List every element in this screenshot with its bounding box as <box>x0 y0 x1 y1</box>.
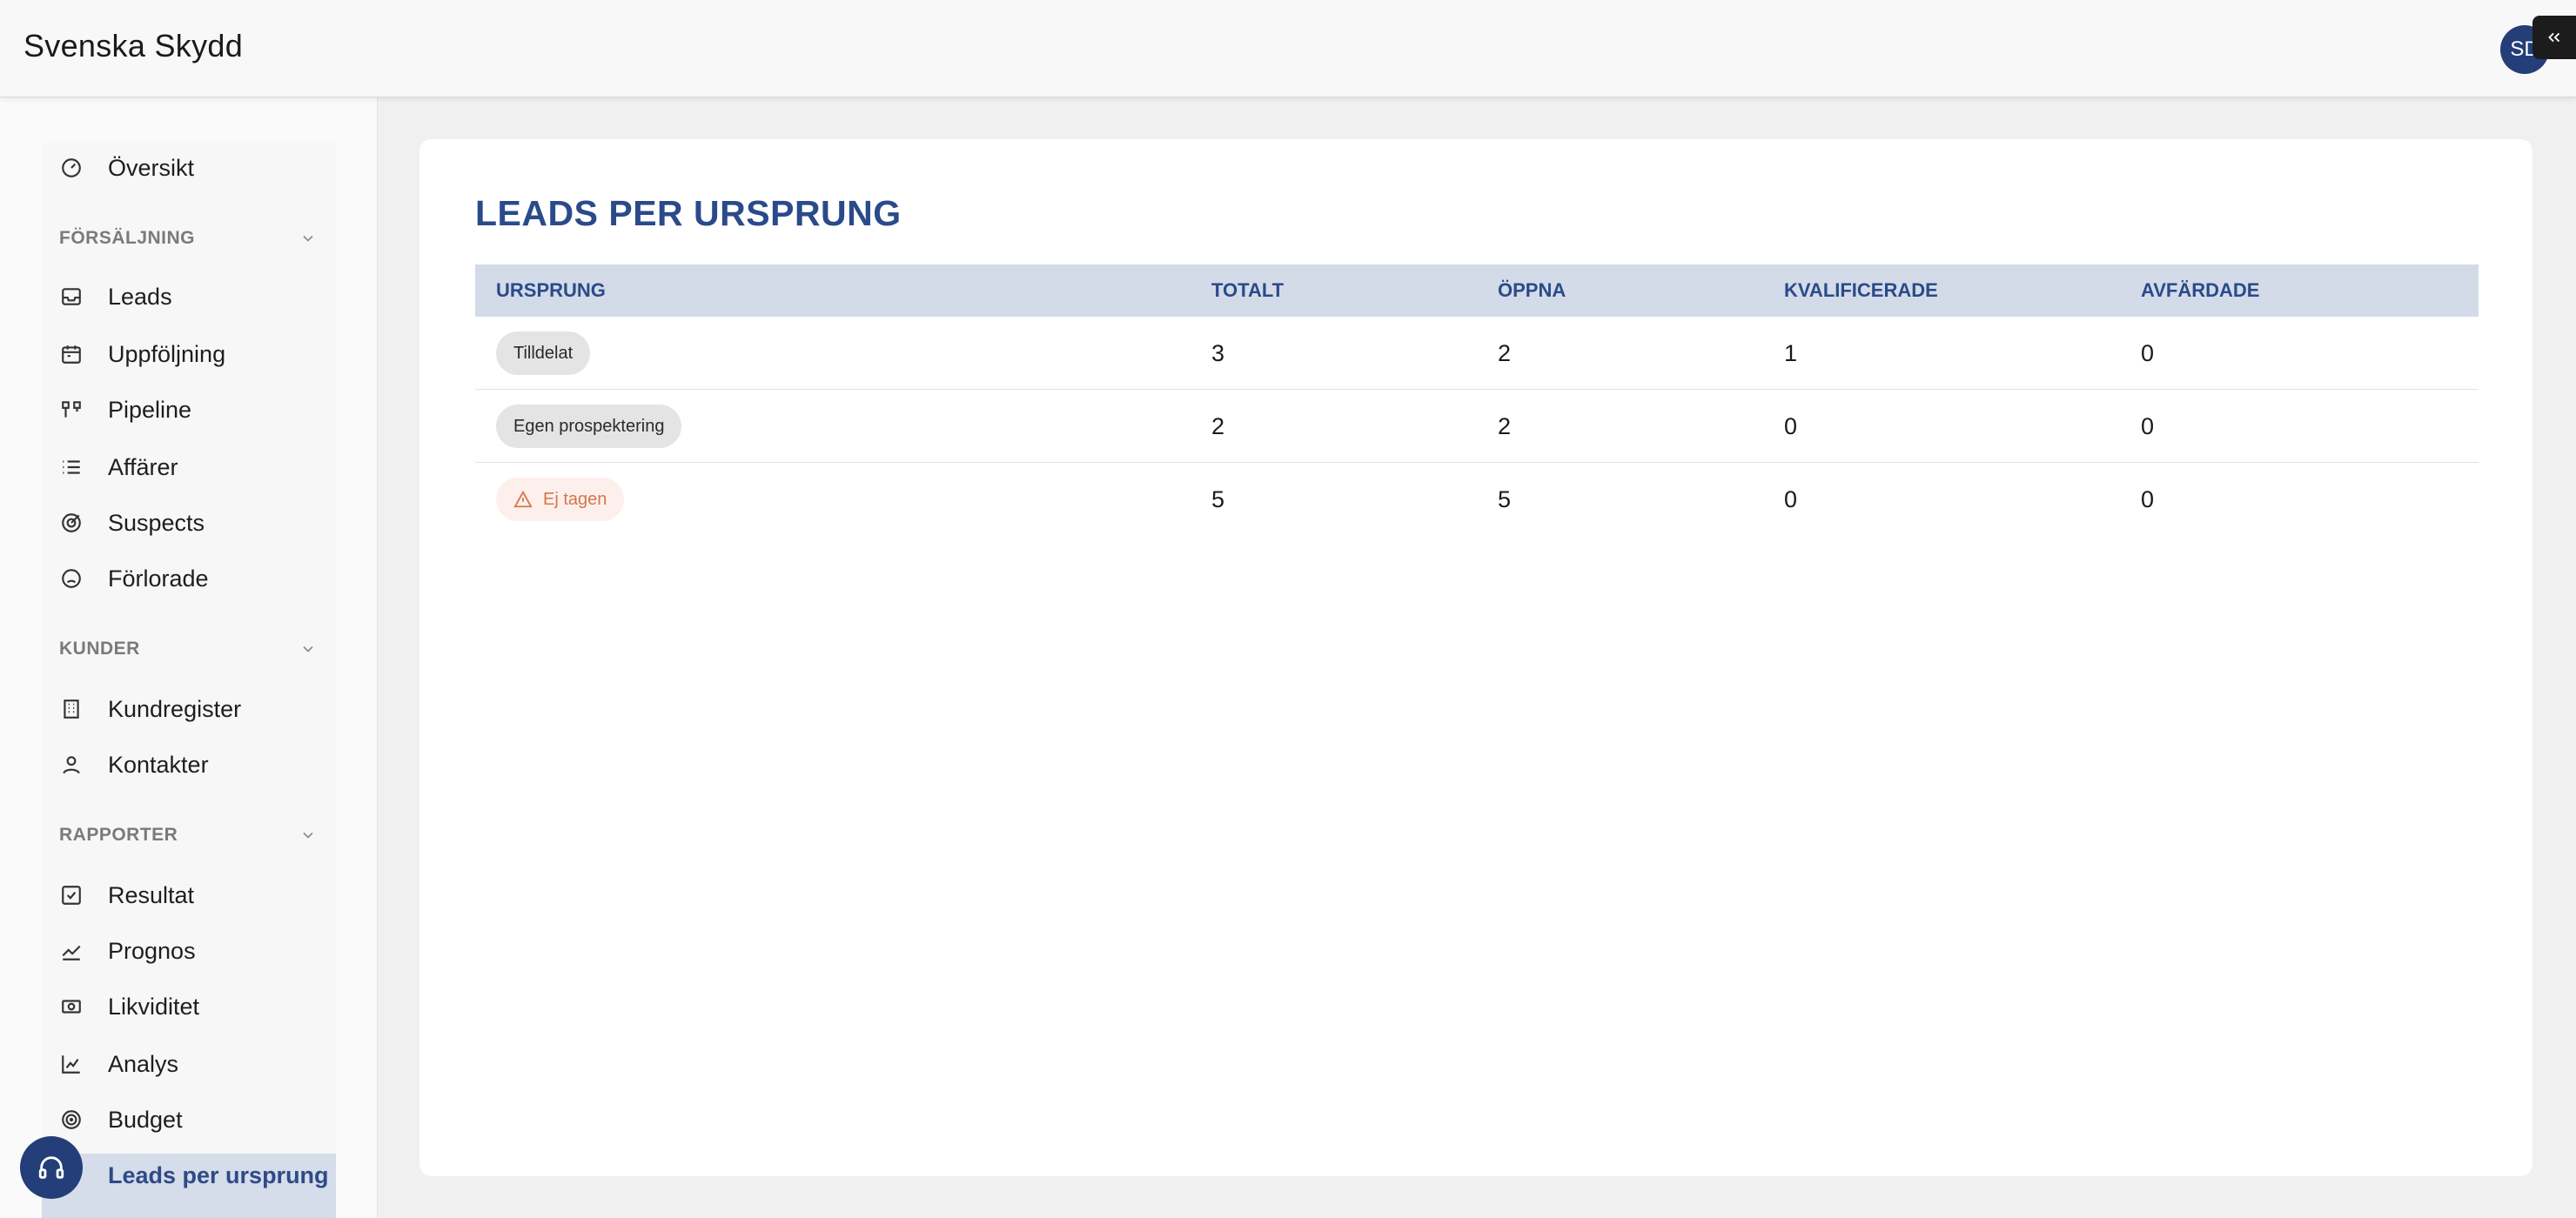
target-icon <box>59 511 84 535</box>
sidebar-item-label: Leads per ursprung <box>108 1162 329 1188</box>
sidebar-item-likviditet[interactable]: Likviditet <box>59 985 199 1028</box>
open-cell: 2 <box>1498 339 1512 366</box>
chevron-down-icon <box>303 832 313 839</box>
open-cell: 2 <box>1498 412 1512 439</box>
sidebar-item-label: Analys <box>108 1050 179 1077</box>
sidebar-item-resultat[interactable]: Resultat <box>59 873 194 917</box>
qualified-cell: 0 <box>1784 485 1798 512</box>
sidebar-item-uppfoljning[interactable]: Uppföljning <box>59 332 225 376</box>
sidebar-item-label: Översikt <box>108 154 195 181</box>
sidebar-item-suspects[interactable]: Suspects <box>59 501 205 545</box>
sidebar-item-pipeline[interactable]: Pipeline <box>59 388 191 432</box>
sidebar-item-label: Affärer <box>108 453 178 480</box>
origin-cell: Tilldelat <box>496 317 591 390</box>
section-rapporter[interactable]: RAPPORTER <box>59 818 317 853</box>
sidebar-item-label: Pipeline <box>108 396 192 423</box>
inbox-icon <box>59 284 84 309</box>
top-header: Svenska Skydd SD <box>0 0 2576 97</box>
column-header-totalt: TOTALT <box>1211 279 1285 301</box>
chevron-down-icon <box>303 646 313 652</box>
sidebar-item-label: Leads <box>108 283 172 310</box>
report-card: LEADS PER URSPRUNG URSPRUNG TOTALT ÖPPNA… <box>419 139 2532 1176</box>
total-cell: 3 <box>1211 339 1225 366</box>
checkbox-icon <box>59 883 84 907</box>
column-header-avfardade: AVFÄRDADE <box>2141 279 2260 301</box>
warning-triangle-icon <box>513 490 533 508</box>
sidebar-item-label: Prognos <box>108 937 196 964</box>
table-row[interactable]: Egen prospektering 2 2 0 0 <box>475 390 2479 463</box>
sidebar-item-label: Suspects <box>108 509 205 536</box>
sidebar-item-kontakter[interactable]: Kontakter <box>59 743 209 786</box>
user-icon <box>59 753 84 777</box>
calendar-icon <box>59 342 84 366</box>
rejected-cell: 0 <box>2141 485 2155 512</box>
sidebar-item-kundregister[interactable]: Kundregister <box>59 687 241 731</box>
trend-line-icon <box>59 939 84 963</box>
sidebar-item-forlorade[interactable]: Förlorade <box>59 557 209 600</box>
table-header: URSPRUNG TOTALT ÖPPNA KVALIFICERADE AVFÄ… <box>475 264 2479 317</box>
qualified-cell: 1 <box>1784 339 1798 366</box>
qualified-cell: 0 <box>1784 412 1798 439</box>
sidebar-item-oversikt[interactable]: Översikt <box>59 146 194 190</box>
section-title: RAPPORTER <box>59 825 178 845</box>
origin-badge-label: Ej tagen <box>543 489 607 509</box>
sidebar-item-label: Resultat <box>108 881 195 908</box>
page-title: LEADS PER URSPRUNG <box>475 193 902 233</box>
sidebar-item-prognos[interactable]: Prognos <box>59 929 196 973</box>
bullseye-icon <box>59 1108 84 1132</box>
sidebar-item-label: Kundregister <box>108 695 242 722</box>
sidebar-item-label: Kontakter <box>108 751 209 778</box>
table-row[interactable]: Tilldelat 3 2 1 0 <box>475 317 2479 390</box>
chevron-down-icon <box>303 235 313 242</box>
section-kunder[interactable]: KUNDER <box>59 632 317 666</box>
section-title: KUNDER <box>59 639 140 659</box>
headset-icon <box>38 1156 64 1179</box>
frown-icon <box>59 566 84 591</box>
section-title: FÖRSÄLJNING <box>59 228 196 248</box>
cash-icon <box>59 994 84 1019</box>
sidebar-item-analys[interactable]: Analys <box>59 1042 178 1086</box>
origin-cell: Ej tagen <box>496 463 625 536</box>
bar-chart-icon <box>59 1052 84 1076</box>
section-forsaljning[interactable]: FÖRSÄLJNING <box>59 221 317 256</box>
rejected-cell: 0 <box>2141 412 2155 439</box>
sidebar-item-affarer[interactable]: Affärer <box>59 445 178 489</box>
rejected-cell: 0 <box>2141 339 2155 366</box>
origin-badge: Tilldelat <box>496 331 591 375</box>
origin-badge: Egen prospektering <box>496 405 682 448</box>
leads-origin-table: URSPRUNG TOTALT ÖPPNA KVALIFICERADE AVFÄ… <box>475 264 2479 536</box>
sidebar-item-label: Likviditet <box>108 993 200 1020</box>
total-cell: 5 <box>1211 485 1225 512</box>
column-header-oppna: ÖPPNA <box>1498 279 1566 301</box>
collapse-panel-button[interactable] <box>2532 16 2576 59</box>
sidebar-item-label: Uppföljning <box>108 340 226 367</box>
building-icon <box>59 697 84 721</box>
column-header-kvalificerade: KVALIFICERADE <box>1784 279 1938 301</box>
sidebar-item-label: Budget <box>108 1106 183 1133</box>
double-chevron-left-icon <box>2548 32 2560 43</box>
origin-badge-warning: Ej tagen <box>496 478 625 521</box>
pipeline-icon <box>59 398 84 422</box>
column-header-ursprung: URSPRUNG <box>496 279 606 301</box>
list-icon <box>59 455 84 479</box>
sidebar-item-leads-per-ursprung[interactable]: Leads per ursprung <box>42 1154 336 1218</box>
gauge-icon <box>59 156 84 180</box>
table-row[interactable]: Ej tagen 5 5 0 0 <box>475 463 2479 536</box>
open-cell: 5 <box>1498 485 1512 512</box>
support-button[interactable] <box>20 1136 83 1199</box>
total-cell: 2 <box>1211 412 1225 439</box>
brand-name: Svenska Skydd <box>23 28 244 64</box>
sidebar-item-budget[interactable]: Budget <box>59 1098 183 1141</box>
sidebar-item-leads[interactable]: Leads <box>59 275 172 318</box>
sidebar-item-label: Förlorade <box>108 565 209 592</box>
origin-cell: Egen prospektering <box>496 390 682 463</box>
